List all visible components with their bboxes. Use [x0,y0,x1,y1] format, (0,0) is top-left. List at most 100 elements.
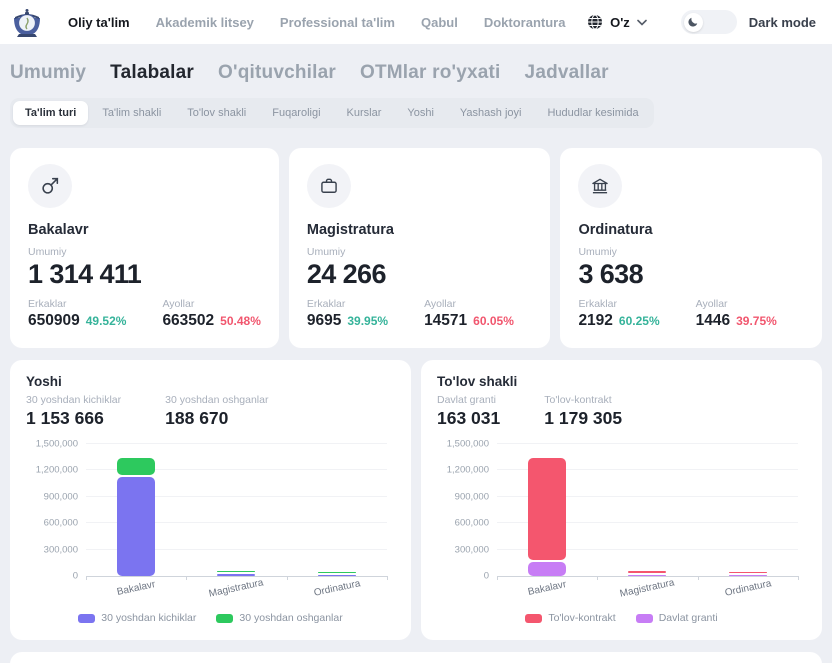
female-value: 1446 [696,312,730,330]
legend-swatch [216,614,233,623]
kurslar-card: Kurslar 1-kurs386 3642-kurs372 6653-kurs… [10,652,822,663]
bar-segment[interactable] [117,458,155,474]
top-nav-item-2[interactable]: Professional ta'lim [280,15,395,30]
male-value: 2192 [578,312,612,330]
filter-tab-5[interactable]: Yoshi [395,101,446,125]
legend-item[interactable]: 30 yoshdan oshganlar [216,612,342,624]
section-nav-item-4[interactable]: Jadvallar [525,62,609,84]
female-stat: Ayollar66350250.48% [162,298,260,330]
section-nav-item-1[interactable]: Talabalar [110,62,194,84]
section-nav-item-3[interactable]: OTMlar ro'yxati [360,62,501,84]
x-axis-label: Magistratura [597,573,697,605]
y-axis-tick: 1,500,000 [36,439,78,450]
bar-slot-bakalavr[interactable] [497,445,597,576]
legend-label: 30 yoshdan oshganlar [239,612,342,624]
top-nav-item-4[interactable]: Doktorantura [484,15,566,30]
bar-segment[interactable] [217,574,255,576]
summary-cards: BakalavrUmumiy1 314 411Erkaklar65090949.… [10,148,822,348]
filter-tab-2[interactable]: To'lov shakli [175,101,258,125]
chart-stat-value: 1 153 666 [26,408,121,429]
plot-wrap: 0300,000600,000900,0001,200,0001,500,000… [437,445,806,594]
chart-stat-1: To'lov-kontrakt1 179 305 [544,391,622,429]
section-nav-item-0[interactable]: Umumiy [10,62,86,84]
legend-item[interactable]: To'lov-kontrakt [525,612,615,624]
male-percent: 60.25% [619,314,660,328]
chart-stat-0: 30 yoshdan kichiklar1 153 666 [26,391,121,429]
section-nav-item-2[interactable]: O'qituvchilar [218,62,336,84]
legend-swatch [525,614,542,623]
bar-slot-magistratura[interactable] [597,445,697,576]
plot-area: 0300,000600,000900,0001,200,0001,500,000 [497,445,798,577]
female-label: Ayollar [424,298,514,310]
total-label: Umumiy [307,246,533,258]
legend-swatch [636,614,653,623]
male-percent: 39.95% [347,314,388,328]
summary-card-ordinatura: OrdinaturaUmumiy3 638Erkaklar219260.25%A… [560,148,822,348]
top-nav-item-1[interactable]: Akademik litsey [156,15,254,30]
chart-stat-label: Davlat granti [437,394,500,406]
female-stat: Ayollar 1446 39.75% [696,298,777,330]
legend-item[interactable]: Davlat granti [636,612,718,624]
filter-tab-4[interactable]: Kurslar [335,101,394,125]
y-axis-tick: 600,000 [455,518,489,529]
chart-title: Yoshi [26,374,395,389]
chart-stat-label: To'lov-kontrakt [544,394,622,406]
filter-tab-7[interactable]: Hududlar kesimida [535,101,650,125]
y-axis-tick: 600,000 [44,518,78,529]
male-value: 650909 [28,312,80,330]
top-nav-item-3[interactable]: Qabul [421,15,458,30]
bar-segment[interactable] [318,575,356,576]
gender-split: Erkaklar65090949.52% Ayollar66350250.48% [28,298,261,330]
y-axis-tick: 900,000 [44,491,78,502]
primary-nav: Oliy ta'lim Akademik litsey Professional t… [68,15,565,30]
y-axis-tick: 900,000 [455,491,489,502]
x-axis-labels: BakalavrMagistraturaOrdinatura [86,583,387,594]
bar-slot-bakalavr[interactable] [86,445,186,576]
filter-tab-3[interactable]: Fuqaroligi [260,101,332,125]
bar-slot-magistratura[interactable] [186,445,286,576]
filter-tab-6[interactable]: Yashash joyi [448,101,534,125]
chart-legend: 30 yoshdan kichiklar 30 yoshdan oshganlar [26,612,395,624]
bar-segment[interactable] [729,572,767,573]
female-label: Ayollar [696,298,777,310]
bar-segment[interactable] [528,562,566,576]
ministry-logo[interactable] [8,3,46,41]
top-nav-item-0[interactable]: Oliy ta'lim [68,15,130,30]
bar-slot-ordinatura[interactable] [698,445,798,576]
male-icon [28,164,72,208]
bar-segment[interactable] [729,575,767,576]
bar-segment[interactable] [318,572,356,573]
y-axis-tick: 300,000 [455,544,489,555]
dark-mode-toggle[interactable] [681,10,737,34]
x-axis-tick [597,576,598,580]
male-value: 9695 [307,312,341,330]
bar-segment[interactable] [628,575,666,576]
bar-segment[interactable] [628,571,666,573]
male-stat: Erkaklar65090949.52% [28,298,126,330]
gender-split: Erkaklar219260.25%Ayollar144639.75% [578,298,804,330]
x-axis-tick [86,576,87,580]
total-value: 1 314 411 [28,259,261,290]
chart-title: To'lov shakli [437,374,806,389]
bar-segment[interactable] [528,458,566,560]
x-axis-tick [497,576,498,580]
bar-segment[interactable] [217,571,255,572]
section-nav: Umumiy Talabalar O'qituvchilar OTMlar ro'yx… [0,44,832,88]
female-percent: 39.75% [736,314,777,328]
female-value-row: 1446 39.75% [696,312,777,330]
gender-split: Erkaklar969539.95%Ayollar1457160.05% [307,298,533,330]
filter-tab-0[interactable]: Ta'lim turi [13,101,88,125]
filter-tab-1[interactable]: Ta'lim shakli [90,101,173,125]
chart-legend: To'lov-kontrakt Davlat granti [437,612,806,624]
y-axis-tick: 1,200,000 [447,465,489,476]
legend-label: Davlat granti [659,612,718,624]
bar-slot-ordinatura[interactable] [287,445,387,576]
male-value-row: 2192 60.25% [578,312,659,330]
bar-segment[interactable] [117,477,155,576]
y-axis-tick: 1,200,000 [36,465,78,476]
gridline [497,443,798,444]
chart-stat-value: 163 031 [437,408,500,429]
legend-item[interactable]: 30 yoshdan kichiklar [78,612,196,624]
y-axis-tick: 0 [484,571,489,582]
language-selector[interactable]: O'z [587,14,647,30]
